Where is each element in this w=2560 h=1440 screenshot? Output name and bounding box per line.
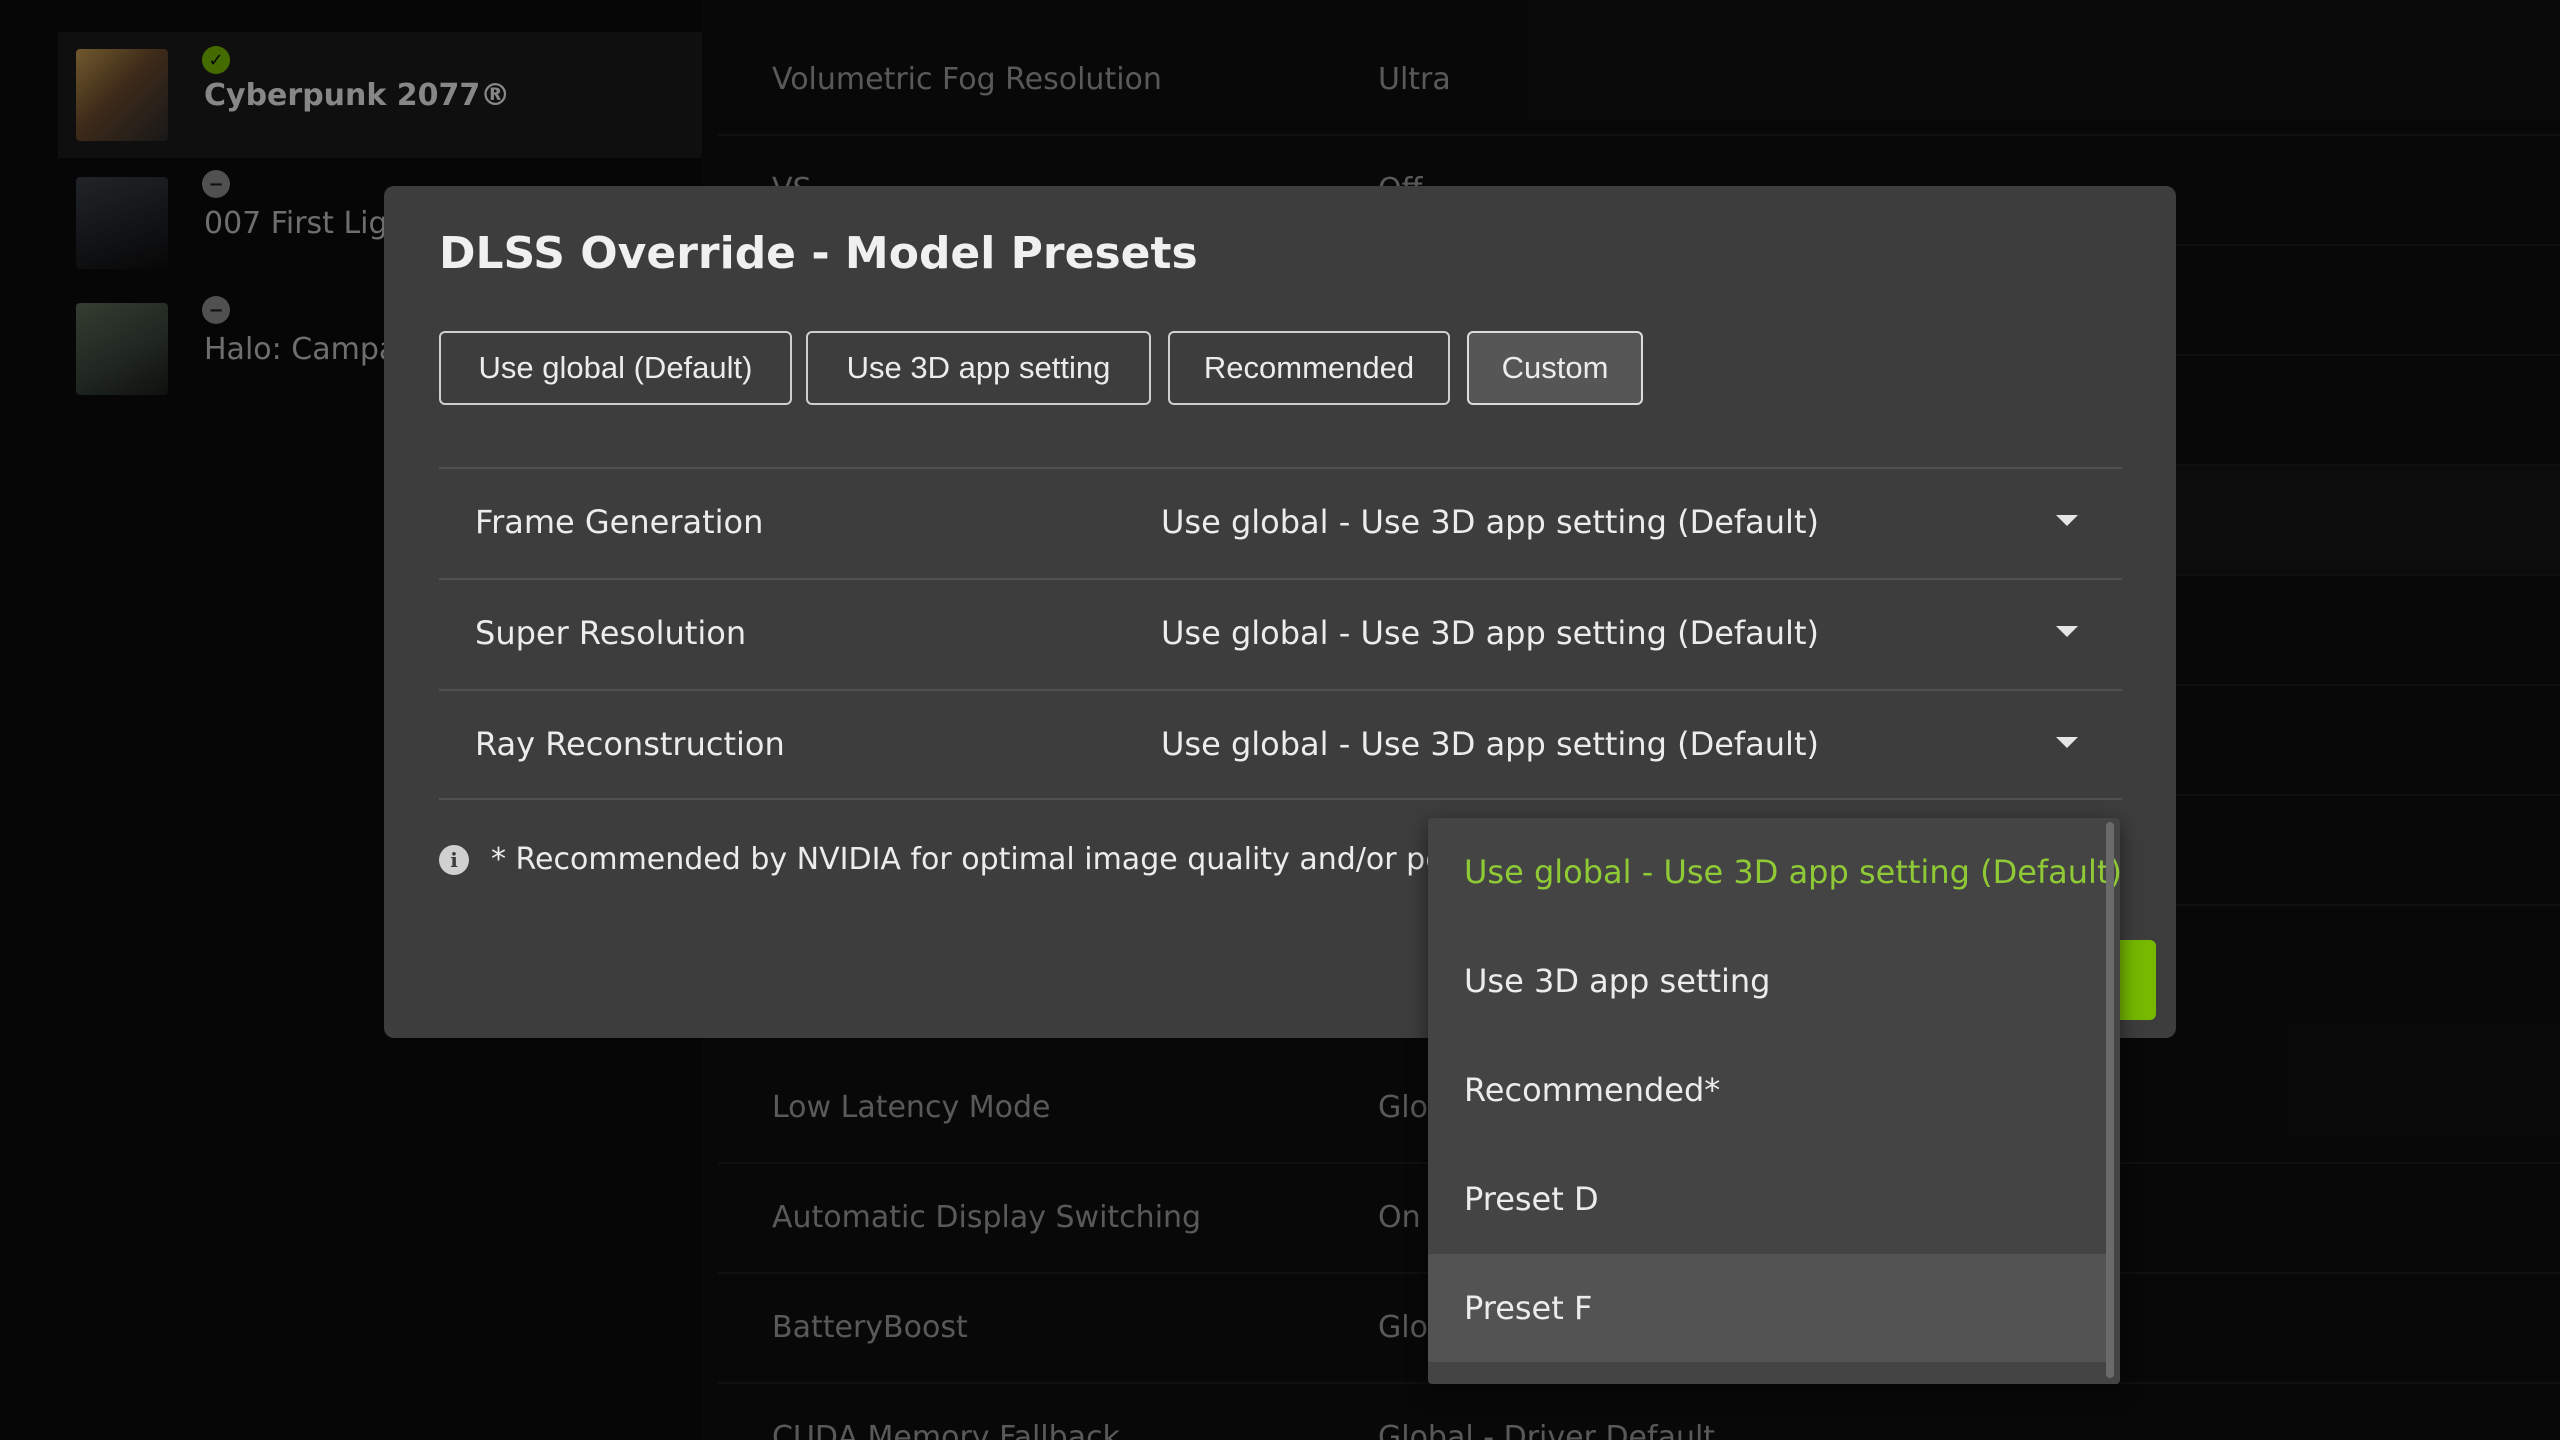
preset-label: Frame Generation (475, 503, 764, 541)
preset-value: Use global - Use 3D app setting (Default… (1161, 614, 1819, 652)
caret-down-icon (2056, 626, 2078, 637)
dropdown-option[interactable]: Use 3D app setting (1428, 927, 2106, 1035)
dropdown-option[interactable]: Preset F (1428, 1254, 2106, 1362)
dropdown-scrollbar[interactable] (2106, 822, 2114, 1378)
preset-value: Use global - Use 3D app setting (Default… (1161, 725, 1819, 763)
preset-value: Use global - Use 3D app setting (Default… (1161, 503, 1819, 541)
recommendation-note: i * Recommended by NVIDIA for optimal im… (439, 842, 1439, 877)
preset-label: Ray Reconstruction (475, 725, 785, 763)
use-global-default-button[interactable]: Use global (Default) (439, 331, 792, 405)
use-3d-app-setting-button[interactable]: Use 3D app setting (806, 331, 1151, 405)
note-text: * Recommended by NVIDIA for optimal imag… (491, 842, 1439, 877)
dialog-title: DLSS Override - Model Presets (439, 228, 1198, 279)
caret-down-icon (2056, 737, 2078, 748)
super-resolution-row[interactable]: Super Resolution Use global - Use 3D app… (439, 578, 2122, 689)
recommended-button[interactable]: Recommended (1168, 331, 1450, 405)
dropdown-option[interactable]: Use global - Use 3D app setting (Default… (1428, 818, 2120, 926)
custom-button[interactable]: Custom (1467, 331, 1643, 405)
caret-down-icon (2056, 515, 2078, 526)
preset-dropdown-menu: Use global - Use 3D app setting (Default… (1428, 818, 2120, 1384)
frame-generation-row[interactable]: Frame Generation Use global - Use 3D app… (439, 467, 2122, 578)
divider (439, 798, 2122, 800)
preset-label: Super Resolution (475, 614, 747, 652)
info-icon: i (439, 844, 469, 875)
dropdown-option[interactable]: Preset D (1428, 1145, 2106, 1253)
ray-reconstruction-row[interactable]: Ray Reconstruction Use global - Use 3D a… (439, 689, 2122, 800)
dropdown-option[interactable]: Recommended* (1428, 1036, 2106, 1144)
